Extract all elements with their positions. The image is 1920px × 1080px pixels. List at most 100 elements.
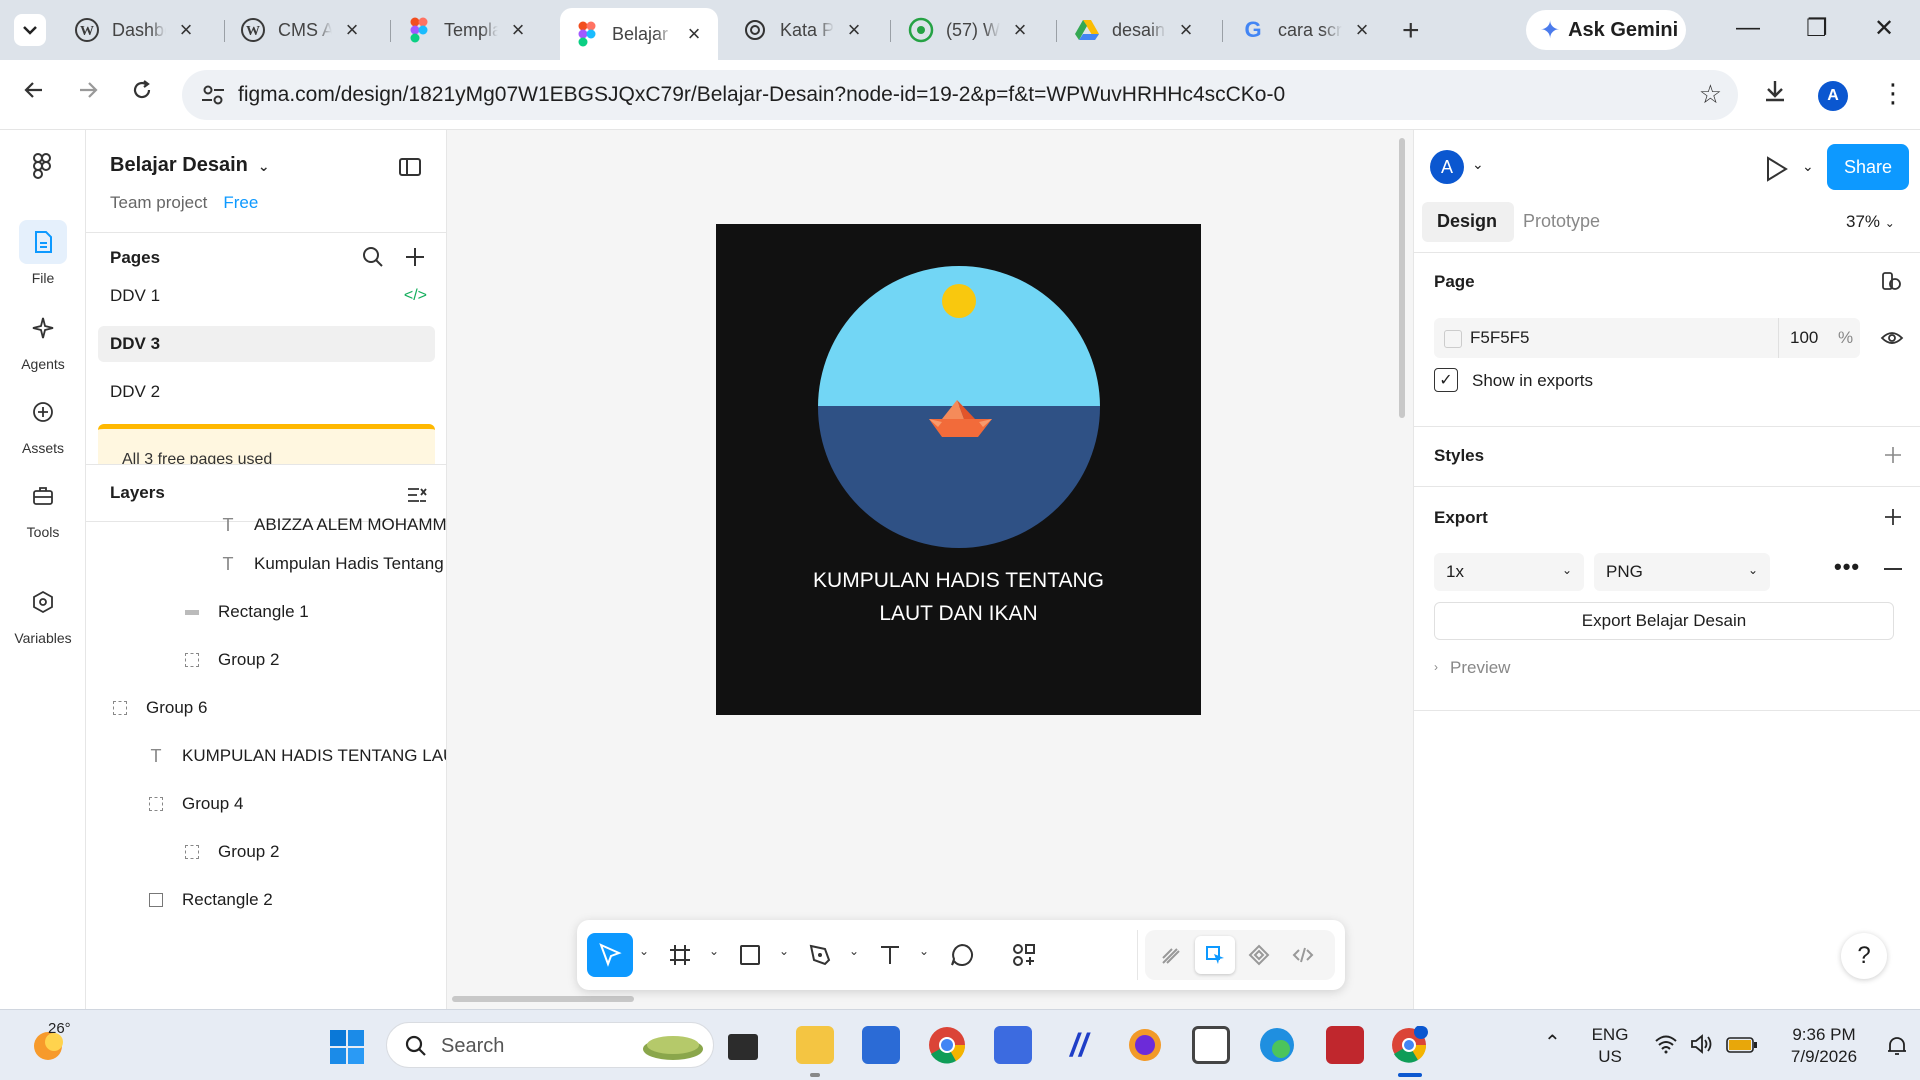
chevron-down-icon[interactable]: ⌄ [779, 944, 789, 958]
shape-tool[interactable] [727, 933, 773, 977]
comment-tool[interactable] [939, 933, 985, 977]
dev-mode[interactable] [1283, 936, 1323, 974]
chevron-down-icon[interactable]: ⌄ [849, 944, 859, 958]
tab-prototype[interactable]: Prototype [1523, 211, 1600, 232]
new-tab-button[interactable]: + [1402, 14, 1420, 48]
close-icon[interactable]: × [342, 17, 362, 43]
site-settings-icon[interactable] [200, 82, 226, 108]
url-text[interactable]: figma.com/design/1821yMg07W1EBGSJQxC79r/… [238, 83, 1285, 107]
tab-design[interactable]: Design [1437, 211, 1497, 232]
zoom-dropdown[interactable]: 37% ⌄ [1846, 212, 1895, 232]
toggle-sidebar-icon[interactable] [399, 158, 421, 176]
remove-export-icon[interactable] [1884, 568, 1902, 570]
tab-cms-artikel[interactable]: W CMS Artikel × [226, 10, 376, 50]
layer-row[interactable]: T Kumpulan Hadis Tentang [218, 549, 444, 579]
search-icon[interactable] [362, 246, 384, 268]
draw-mode[interactable] [1151, 936, 1191, 974]
page-item[interactable]: DDV 2 [98, 374, 435, 410]
tab-desain-grafis[interactable]: desain grafis × [1060, 10, 1210, 50]
language-indicator[interactable]: ENG US [1584, 1024, 1636, 1068]
layer-row[interactable]: Group 4 [146, 789, 243, 819]
ask-gemini-button[interactable]: ✦ Ask Gemini [1526, 10, 1686, 50]
layer-row[interactable]: Group 2 [182, 837, 279, 867]
edge-icon[interactable] [1258, 1026, 1296, 1064]
export-button[interactable]: Export Belajar Desain [1434, 602, 1894, 640]
close-window-button[interactable]: ✕ [1874, 14, 1894, 43]
show-hidden-icons[interactable]: ⌃ [1544, 1032, 1561, 1054]
volume-icon[interactable] [1690, 1034, 1714, 1054]
vertical-scrollbar[interactable] [1399, 138, 1405, 418]
app-icon-blue[interactable] [994, 1026, 1032, 1064]
plan-badge[interactable]: Free [223, 193, 258, 212]
user-avatar[interactable]: A [1430, 150, 1464, 184]
export-format-select[interactable]: PNG ⌄ [1594, 553, 1770, 591]
chevron-down-icon[interactable]: ⌄ [639, 944, 649, 958]
back-button[interactable] [22, 78, 46, 109]
tab-kata-pengantar[interactable]: Kata Pengantar × [728, 10, 878, 50]
forward-button[interactable] [76, 78, 100, 109]
clock[interactable]: 9:36 PM 7/9/2026 [1774, 1024, 1874, 1068]
layer-row[interactable]: Rectangle 2 [146, 885, 273, 915]
notepad-icon[interactable] [1192, 1026, 1230, 1064]
layer-row[interactable]: T KUMPULAN HADIS TENTANG LAUT [146, 741, 447, 771]
page-item-active[interactable]: DDV 3 [98, 326, 435, 362]
rail-variables[interactable]: Variables [0, 580, 86, 646]
app-icon-red[interactable] [1326, 1026, 1364, 1064]
minimize-button[interactable]: — [1736, 14, 1760, 42]
color-swatch[interactable] [1444, 330, 1462, 348]
task-view-icon[interactable] [728, 1034, 758, 1060]
tab-dashboard[interactable]: W Dashboard × [60, 10, 210, 50]
vpn-shield-icon[interactable] [1126, 1026, 1164, 1064]
add-style-icon[interactable] [1884, 446, 1902, 464]
project-name[interactable]: Team project [110, 193, 207, 212]
reload-button[interactable] [130, 78, 154, 109]
close-icon[interactable]: × [508, 17, 528, 43]
close-icon[interactable]: × [844, 17, 864, 43]
present-play-icon[interactable] [1764, 156, 1788, 182]
canvas[interactable]: KUMPULAN HADIS TENTANG LAUT DAN IKAN ⌄ ⌄… [447, 130, 1413, 1009]
rail-file[interactable]: File [0, 220, 86, 286]
battery-icon[interactable] [1726, 1036, 1758, 1054]
eye-icon[interactable] [1880, 328, 1904, 348]
tab-template[interactable]: Template × [392, 10, 542, 50]
export-scale-select[interactable]: 1x ⌄ [1434, 553, 1584, 591]
preview-toggle[interactable]: Preview [1450, 658, 1510, 678]
downloads-button[interactable] [1762, 78, 1788, 111]
page-color-hex[interactable]: F5F5F5 [1470, 328, 1530, 348]
close-icon[interactable]: × [684, 21, 704, 47]
design-mode[interactable] [1195, 936, 1235, 974]
horizontal-scrollbar[interactable] [452, 996, 634, 1002]
chevron-down-icon[interactable]: ⌄ [1472, 156, 1484, 173]
design-frame[interactable]: KUMPULAN HADIS TENTANG LAUT DAN IKAN [716, 224, 1201, 715]
bookmark-star-icon[interactable]: ☆ [1699, 79, 1722, 110]
chevron-down-icon[interactable]: ⌄ [709, 944, 719, 958]
windows-start-icon[interactable] [330, 1030, 364, 1064]
add-export-icon[interactable] [1884, 508, 1902, 526]
page-item[interactable]: DDV 1 </> [98, 278, 435, 314]
close-icon[interactable]: × [1010, 17, 1030, 43]
page-color-field[interactable]: F5F5F5 100 % [1434, 318, 1860, 358]
move-tool[interactable] [587, 933, 633, 977]
layer-filter-icon[interactable] [406, 485, 428, 505]
hashtag-app-icon[interactable]: // [1060, 1026, 1098, 1064]
tab-belajar-desain[interactable]: Belajar Desain × [560, 8, 718, 60]
address-bar[interactable]: figma.com/design/1821yMg07W1EBGSJQxC79r/… [182, 70, 1738, 120]
microsoft-store-icon[interactable] [862, 1026, 900, 1064]
add-page-icon[interactable] [404, 246, 426, 268]
color-mode-icon[interactable] [1880, 270, 1902, 292]
restore-button[interactable]: ❐ [1806, 14, 1828, 43]
notification-bell-icon[interactable] [1886, 1036, 1908, 1056]
tab-search-button[interactable] [14, 14, 46, 46]
chrome-icon[interactable] [928, 1026, 966, 1064]
file-explorer-icon[interactable] [796, 1026, 834, 1064]
rail-tools[interactable]: Tools [0, 474, 86, 540]
text-tool[interactable] [867, 933, 913, 977]
more-menu-icon[interactable]: ⋮ [1880, 78, 1906, 109]
prototype-mode[interactable] [1239, 936, 1279, 974]
chevron-right-icon[interactable]: › [1434, 660, 1438, 674]
chrome-profile-icon[interactable] [1390, 1026, 1428, 1064]
close-icon[interactable]: × [1176, 17, 1196, 43]
rail-agents[interactable]: Agents [0, 306, 86, 372]
profile-avatar[interactable]: A [1818, 81, 1848, 111]
wifi-icon[interactable] [1654, 1034, 1678, 1054]
